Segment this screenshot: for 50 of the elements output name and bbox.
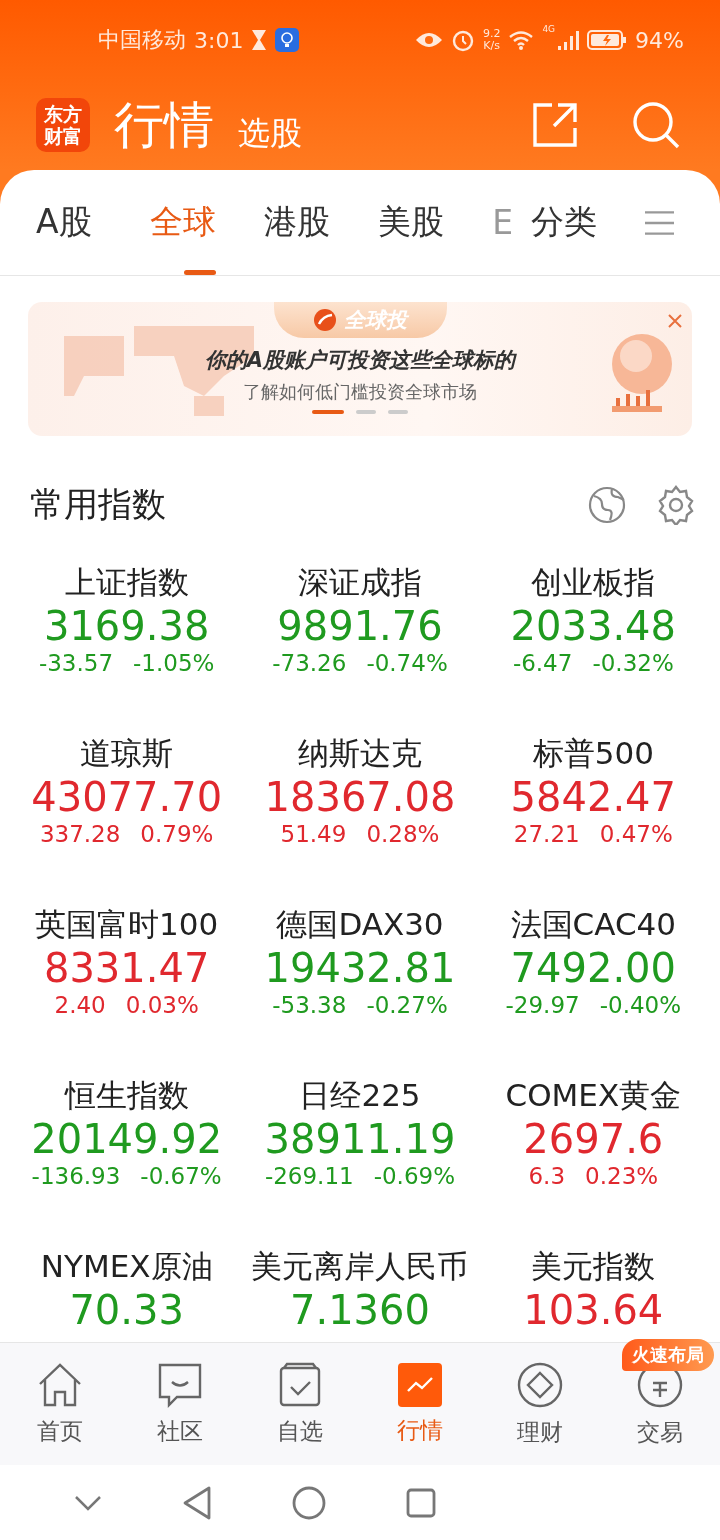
index-change: -29.97: [505, 992, 580, 1018]
index-percent: -0.74%: [366, 650, 448, 676]
index-change: -33.57: [38, 650, 114, 676]
page-title: 行情: [114, 94, 214, 156]
index-value: 7492.00: [510, 944, 677, 992]
index-value: 9891.76: [277, 602, 443, 650]
index-percent: 0.47%: [599, 821, 673, 847]
index-change: -53.38: [272, 992, 347, 1018]
app-logo: 东方财富: [36, 98, 90, 152]
index-percent: -0.32%: [592, 650, 674, 676]
index-value: 70.33: [69, 1286, 184, 1334]
index-percent: -0.27%: [366, 992, 448, 1018]
index-percent: 0.28%: [366, 821, 440, 847]
index-change: -136.93: [31, 1163, 121, 1189]
network-type: 4G: [542, 24, 556, 34]
index-change: -269.11: [264, 1163, 354, 1189]
index-change: -6.47: [512, 650, 573, 676]
banner-title: 你的A股账户可投资这些全球标的: [204, 347, 516, 374]
index-value: 2033.48: [510, 602, 677, 650]
index-percent: -1.05%: [133, 650, 215, 676]
index-value: 5842.47: [510, 773, 677, 821]
index-value: 18367.08: [264, 773, 456, 821]
index-percent: -0.40%: [599, 992, 682, 1018]
index-value: 2697.6: [523, 1115, 664, 1163]
index-value: 43077.70: [31, 773, 223, 821]
index-value: 3169.38: [43, 602, 210, 650]
battery-percent: 94%: [635, 27, 684, 53]
index-percent: 0.79%: [140, 821, 214, 847]
index-value: 19432.81: [264, 944, 456, 992]
index-value: 7.1360: [290, 1286, 430, 1334]
banner-subtitle: 了解如何低门槛投资全球市场: [243, 380, 477, 404]
ribbon-label: 全球投: [343, 307, 407, 334]
index-value: 20149.92: [31, 1115, 223, 1163]
clock-time: 3:01: [194, 27, 244, 53]
index-change: -73.26: [272, 650, 347, 676]
index-percent: 0.03%: [125, 992, 199, 1018]
index-percent: -0.67%: [140, 1163, 222, 1189]
index-percent: 0.23%: [585, 1163, 659, 1189]
carrier-name: 中国移动: [98, 26, 186, 54]
index-percent: -0.69%: [373, 1163, 456, 1189]
index-change: 337.28: [39, 821, 121, 847]
index-value: 103.64: [523, 1286, 664, 1334]
network-speed: 9.2 K/s: [482, 28, 501, 52]
index-change: 27.21: [513, 821, 580, 847]
index-change: 51.49: [280, 821, 347, 847]
index-value: 8331.47: [43, 944, 210, 992]
index-change: 2.40: [54, 992, 106, 1018]
index-value: 38911.19: [264, 1115, 456, 1163]
section-title: 常用指数: [30, 483, 167, 526]
index-change: 6.3: [528, 1163, 566, 1189]
